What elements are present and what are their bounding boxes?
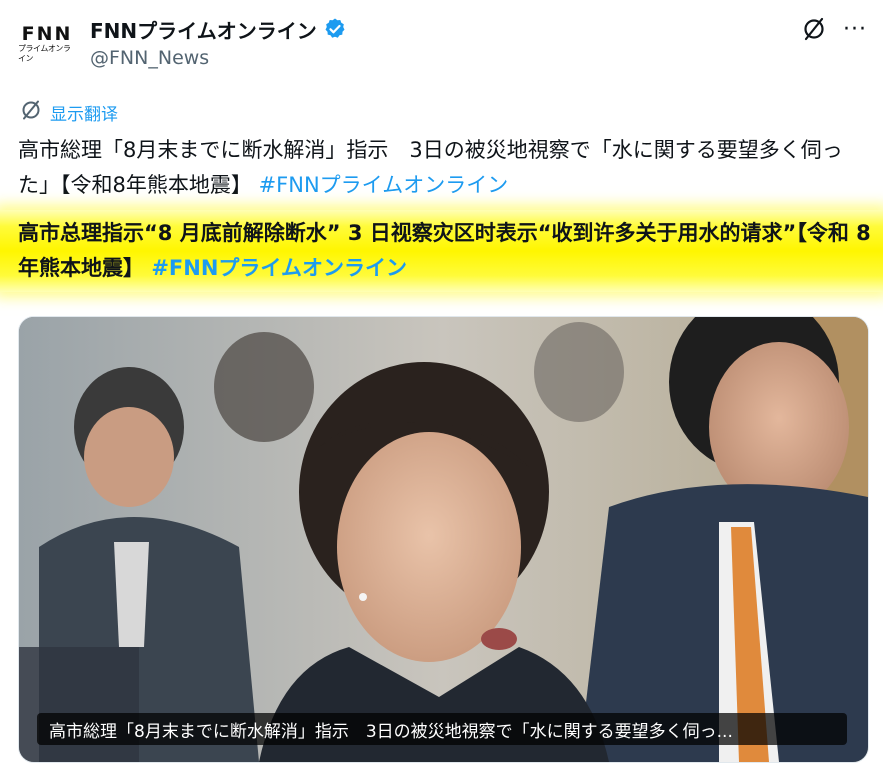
show-translation-button[interactable]: 显示翻译 (20, 99, 118, 125)
translation-body: 高市总理指示“8 月底前解除断水” 3 日视察灾区时表示“收到许多关于用水的请求… (18, 221, 871, 280)
display-name[interactable]: FNNプライムオンライン (90, 15, 317, 44)
verified-badge-icon[interactable] (323, 17, 347, 41)
avatar-logo-subtitle: プライムオンライン (18, 44, 71, 63)
avatar[interactable]: FNN プライムオンライン (18, 20, 76, 68)
video-caption-text: 高市総理「8月末までに断水解消」指示 3日の被災地視察で「水に関する要望多く伺っ… (49, 721, 733, 742)
tweet-media-video[interactable]: 高市総理「8月末までに断水解消」指示 3日の被災地視察で「水に関する要望多く伺っ… (18, 316, 869, 763)
avatar-logo: FNN (21, 23, 73, 45)
video-caption-bar: 高市総理「8月末までに断水解消」指示 3日の被災地視察で「水に関する要望多く伺っ… (37, 713, 847, 745)
more-icon[interactable]: ··· (842, 16, 868, 42)
translate-icon (20, 99, 42, 125)
video-frame-image (19, 317, 868, 762)
account-name-row: FNNプライムオンライン (90, 15, 347, 43)
account-handle[interactable]: @FNN_News (90, 47, 209, 69)
translation-text: 高市总理指示“8 月底前解除断水” 3 日视察灾区时表示“收到许多关于用水的请求… (18, 216, 873, 286)
translation-hashtag-link[interactable]: #FNNプライムオンライン (151, 256, 407, 280)
tweet-hashtag-link[interactable]: #FNNプライムオンライン (259, 173, 509, 197)
grok-icon[interactable] (801, 16, 827, 42)
tweet-text: 高市総理「8月末までに断水解消」指示 3日の被災地視察で「水に関する要望多く伺っ… (18, 133, 868, 203)
show-translation-label: 显示翻译 (50, 104, 118, 125)
